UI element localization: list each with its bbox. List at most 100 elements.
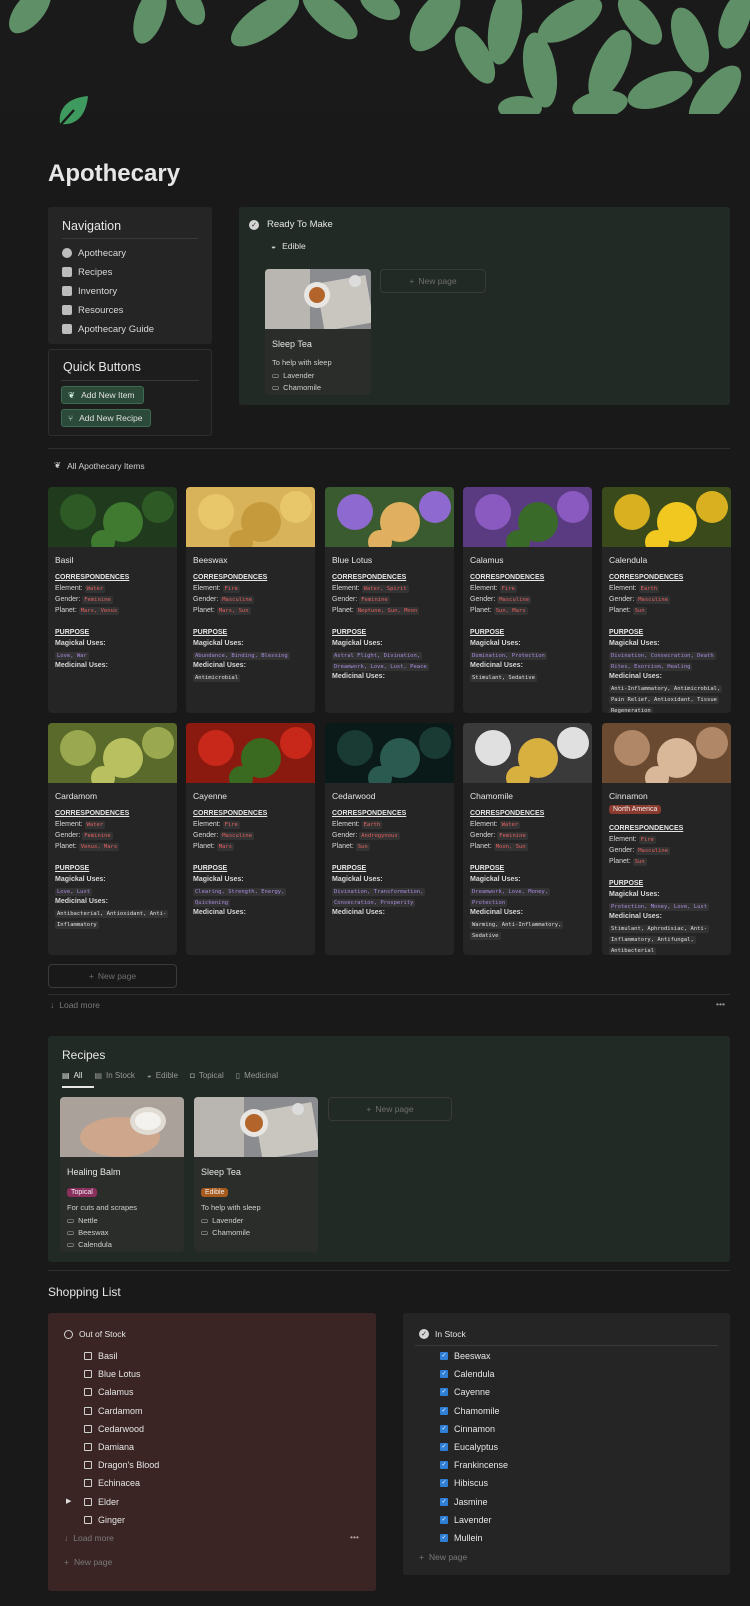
apothecary-item-card[interactable]: Cedarwood CORRESPONDENCES Element: Earth Ge… (325, 723, 454, 955)
checkbox-checked[interactable]: ✓ (440, 1461, 448, 1470)
nav-item-apothecary[interactable]: Apothecary (62, 245, 126, 261)
shopping-item-in-stock[interactable]: ✓ Cayenne (440, 1387, 490, 1397)
tab-in-stock[interactable]: ▤ In Stock (94, 1071, 134, 1080)
magickal-uses-value: Abundance, Binding, Blessing (193, 652, 290, 660)
apothecary-item-card[interactable]: Cardamom CORRESPONDENCES Element: Water Gen… (48, 723, 177, 955)
leaf-icon: ❦ (54, 460, 62, 470)
shopping-item-in-stock[interactable]: ✓ Jasmine (440, 1497, 488, 1507)
shopping-item-in-stock[interactable]: ✓ Cinnamon (440, 1424, 495, 1434)
nav-item-apothecary-guide[interactable]: Apothecary Guide (62, 321, 154, 337)
checkbox-checked[interactable]: ✓ (440, 1352, 448, 1360)
ingredient-item[interactable]: ▭ Chamomile (194, 1228, 318, 1237)
more-options-icon[interactable]: ••• (716, 999, 725, 1009)
new-page-button[interactable]: + New page (419, 1552, 467, 1562)
plus-icon: + (88, 971, 94, 981)
nav-item-recipes[interactable]: Recipes (62, 264, 112, 280)
recipe-card-healing-balm[interactable]: Healing Balm Topical For cuts and scrape… (60, 1097, 184, 1252)
recipe-card-sleep-tea[interactable]: Sleep Tea Edible To help with sleep ▭ Lav… (194, 1097, 318, 1252)
new-page-button[interactable]: + New page (64, 1557, 112, 1567)
item-label: Blue Lotus (98, 1369, 141, 1380)
ingredient-item[interactable]: ▭ Beeswax (60, 1228, 184, 1237)
new-page-button[interactable]: + New page (48, 964, 177, 988)
ingredient-item[interactable]: ▭ Calendula (60, 1240, 184, 1249)
shopping-item-out-of-stock[interactable]: Dragon's Blood (84, 1460, 159, 1470)
checkbox[interactable] (84, 1497, 92, 1506)
tab-all[interactable]: ▤ All (62, 1071, 82, 1080)
ingredient-item[interactable]: ▭ Nettle (60, 1216, 184, 1225)
out-of-stock-header[interactable]: Out of Stock (64, 1329, 126, 1339)
nav-item-resources[interactable]: Resources (62, 302, 123, 318)
new-page-button[interactable]: + New page (328, 1097, 452, 1121)
leaf-icon[interactable] (52, 92, 92, 132)
ingredient-label: Lavender (283, 371, 315, 380)
ingredient-item[interactable]: ▭ Chamomile (265, 383, 371, 392)
checkbox[interactable] (84, 1515, 92, 1524)
checkbox-checked[interactable]: ✓ (440, 1497, 448, 1506)
ingredient-item[interactable]: ▭ Lavender (265, 371, 371, 380)
ready-to-make-header[interactable]: ✓ Ready To Make (249, 219, 333, 230)
add-new-item-button[interactable]: ❦ Add New Item (61, 386, 144, 404)
apothecary-item-card[interactable]: Basil CORRESPONDENCES Element: Water Gender… (48, 487, 177, 713)
tab-edible[interactable]: ◒ Edible (147, 1071, 178, 1080)
checkbox[interactable] (84, 1406, 92, 1415)
tab-label: Edible (155, 1071, 179, 1080)
shopping-item-in-stock[interactable]: ✓ Calendula (440, 1369, 495, 1379)
checkbox[interactable] (84, 1461, 92, 1470)
apothecary-item-card[interactable]: Chamomile CORRESPONDENCES Element: Water Ge… (463, 723, 592, 955)
checkbox-checked[interactable]: ✓ (440, 1443, 448, 1451)
shopping-item-in-stock[interactable]: ✓ Chamomile (440, 1406, 500, 1416)
load-more-button[interactable]: ↓ Load more (64, 1533, 114, 1543)
tab-medicinal[interactable]: ▯ Medicinal (236, 1071, 278, 1080)
checkbox-checked[interactable]: ✓ (440, 1388, 448, 1397)
checkbox[interactable] (84, 1443, 92, 1451)
checkbox-checked[interactable]: ✓ (440, 1370, 448, 1379)
shopping-item-out-of-stock[interactable]: Damiana (84, 1442, 134, 1452)
checkbox-checked[interactable]: ✓ (440, 1424, 448, 1433)
apothecary-item-card[interactable]: Calendula CORRESPONDENCES Element: Earth Ge… (602, 487, 731, 713)
in-stock-header[interactable]: ✓ In Stock (419, 1329, 466, 1339)
cover-image[interactable] (0, 0, 750, 114)
checkbox-checked[interactable]: ✓ (440, 1534, 448, 1542)
apothecary-item-card[interactable]: Cinnamon North America CORRESPONDENCES Elem… (602, 723, 731, 955)
checkbox-checked[interactable]: ✓ (440, 1406, 448, 1415)
checkbox-checked[interactable]: ✓ (440, 1515, 448, 1524)
shopping-item-out-of-stock[interactable]: Cedarwood (84, 1424, 144, 1434)
shopping-item-in-stock[interactable]: ✓ Hibiscus (440, 1478, 488, 1488)
checkbox[interactable] (84, 1424, 92, 1433)
apothecary-item-card[interactable]: Beeswax CORRESPONDENCES Element: Fire Gende… (186, 487, 315, 713)
checkbox[interactable] (84, 1388, 92, 1397)
ingredient-item[interactable]: ▭ Lavender (194, 1216, 318, 1225)
shopping-item-in-stock[interactable]: ✓ Frankincense (440, 1460, 508, 1470)
shopping-item-out-of-stock[interactable]: Calamus (84, 1387, 134, 1397)
group-edible[interactable]: ◒ Edible (271, 241, 306, 251)
more-options-icon[interactable]: ••• (350, 1532, 359, 1542)
shopping-item-in-stock[interactable]: ✓ Eucalyptus (440, 1442, 498, 1452)
toggle-arrow-icon[interactable]: ▶ (66, 1497, 71, 1505)
checkbox[interactable] (84, 1352, 92, 1360)
items-section-title[interactable]: ❦ All Apothecary Items (54, 460, 145, 471)
shopping-item-out-of-stock[interactable]: Blue Lotus (84, 1369, 141, 1379)
apothecary-item-card[interactable]: Calamus CORRESPONDENCES Element: Fire Gende… (463, 487, 592, 713)
add-new-recipe-button[interactable]: ⑂ Add New Recipe (61, 409, 152, 427)
shopping-item-out-of-stock[interactable]: Cardamom (84, 1406, 143, 1416)
recipe-card-sleep-tea[interactable]: Sleep Tea To help with sleep ▭ Lavender ▭… (265, 269, 371, 395)
new-page-button[interactable]: + New page (380, 269, 486, 293)
apothecary-item-card[interactable]: Blue Lotus CORRESPONDENCES Element: Water,… (325, 487, 454, 713)
checkbox[interactable] (84, 1370, 92, 1379)
shopping-item-out-of-stock[interactable]: Ginger (84, 1515, 125, 1525)
tab-topical[interactable]: ◘ Topical (190, 1071, 224, 1080)
bowl-icon: ◒ (271, 241, 277, 251)
shopping-item-out-of-stock[interactable]: Elder (84, 1497, 119, 1507)
apothecary-item-card[interactable]: Cayenne CORRESPONDENCES Element: Fire Gende… (186, 723, 315, 955)
load-more-button[interactable]: ↓ Load more (50, 1000, 100, 1010)
shopping-item-in-stock[interactable]: ✓ Beeswax (440, 1351, 491, 1361)
shopping-item-out-of-stock[interactable]: Echinacea (84, 1478, 140, 1488)
item-image (325, 723, 454, 790)
shopping-item-out-of-stock[interactable]: Basil (84, 1351, 118, 1361)
item-label: Chamomile (454, 1405, 500, 1416)
checkbox-checked[interactable]: ✓ (440, 1479, 448, 1488)
shopping-item-in-stock[interactable]: ✓ Lavender (440, 1515, 492, 1525)
checkbox[interactable] (84, 1479, 92, 1488)
shopping-item-in-stock[interactable]: ✓ Mullein (440, 1533, 483, 1543)
nav-item-inventory[interactable]: Inventory (62, 283, 117, 299)
